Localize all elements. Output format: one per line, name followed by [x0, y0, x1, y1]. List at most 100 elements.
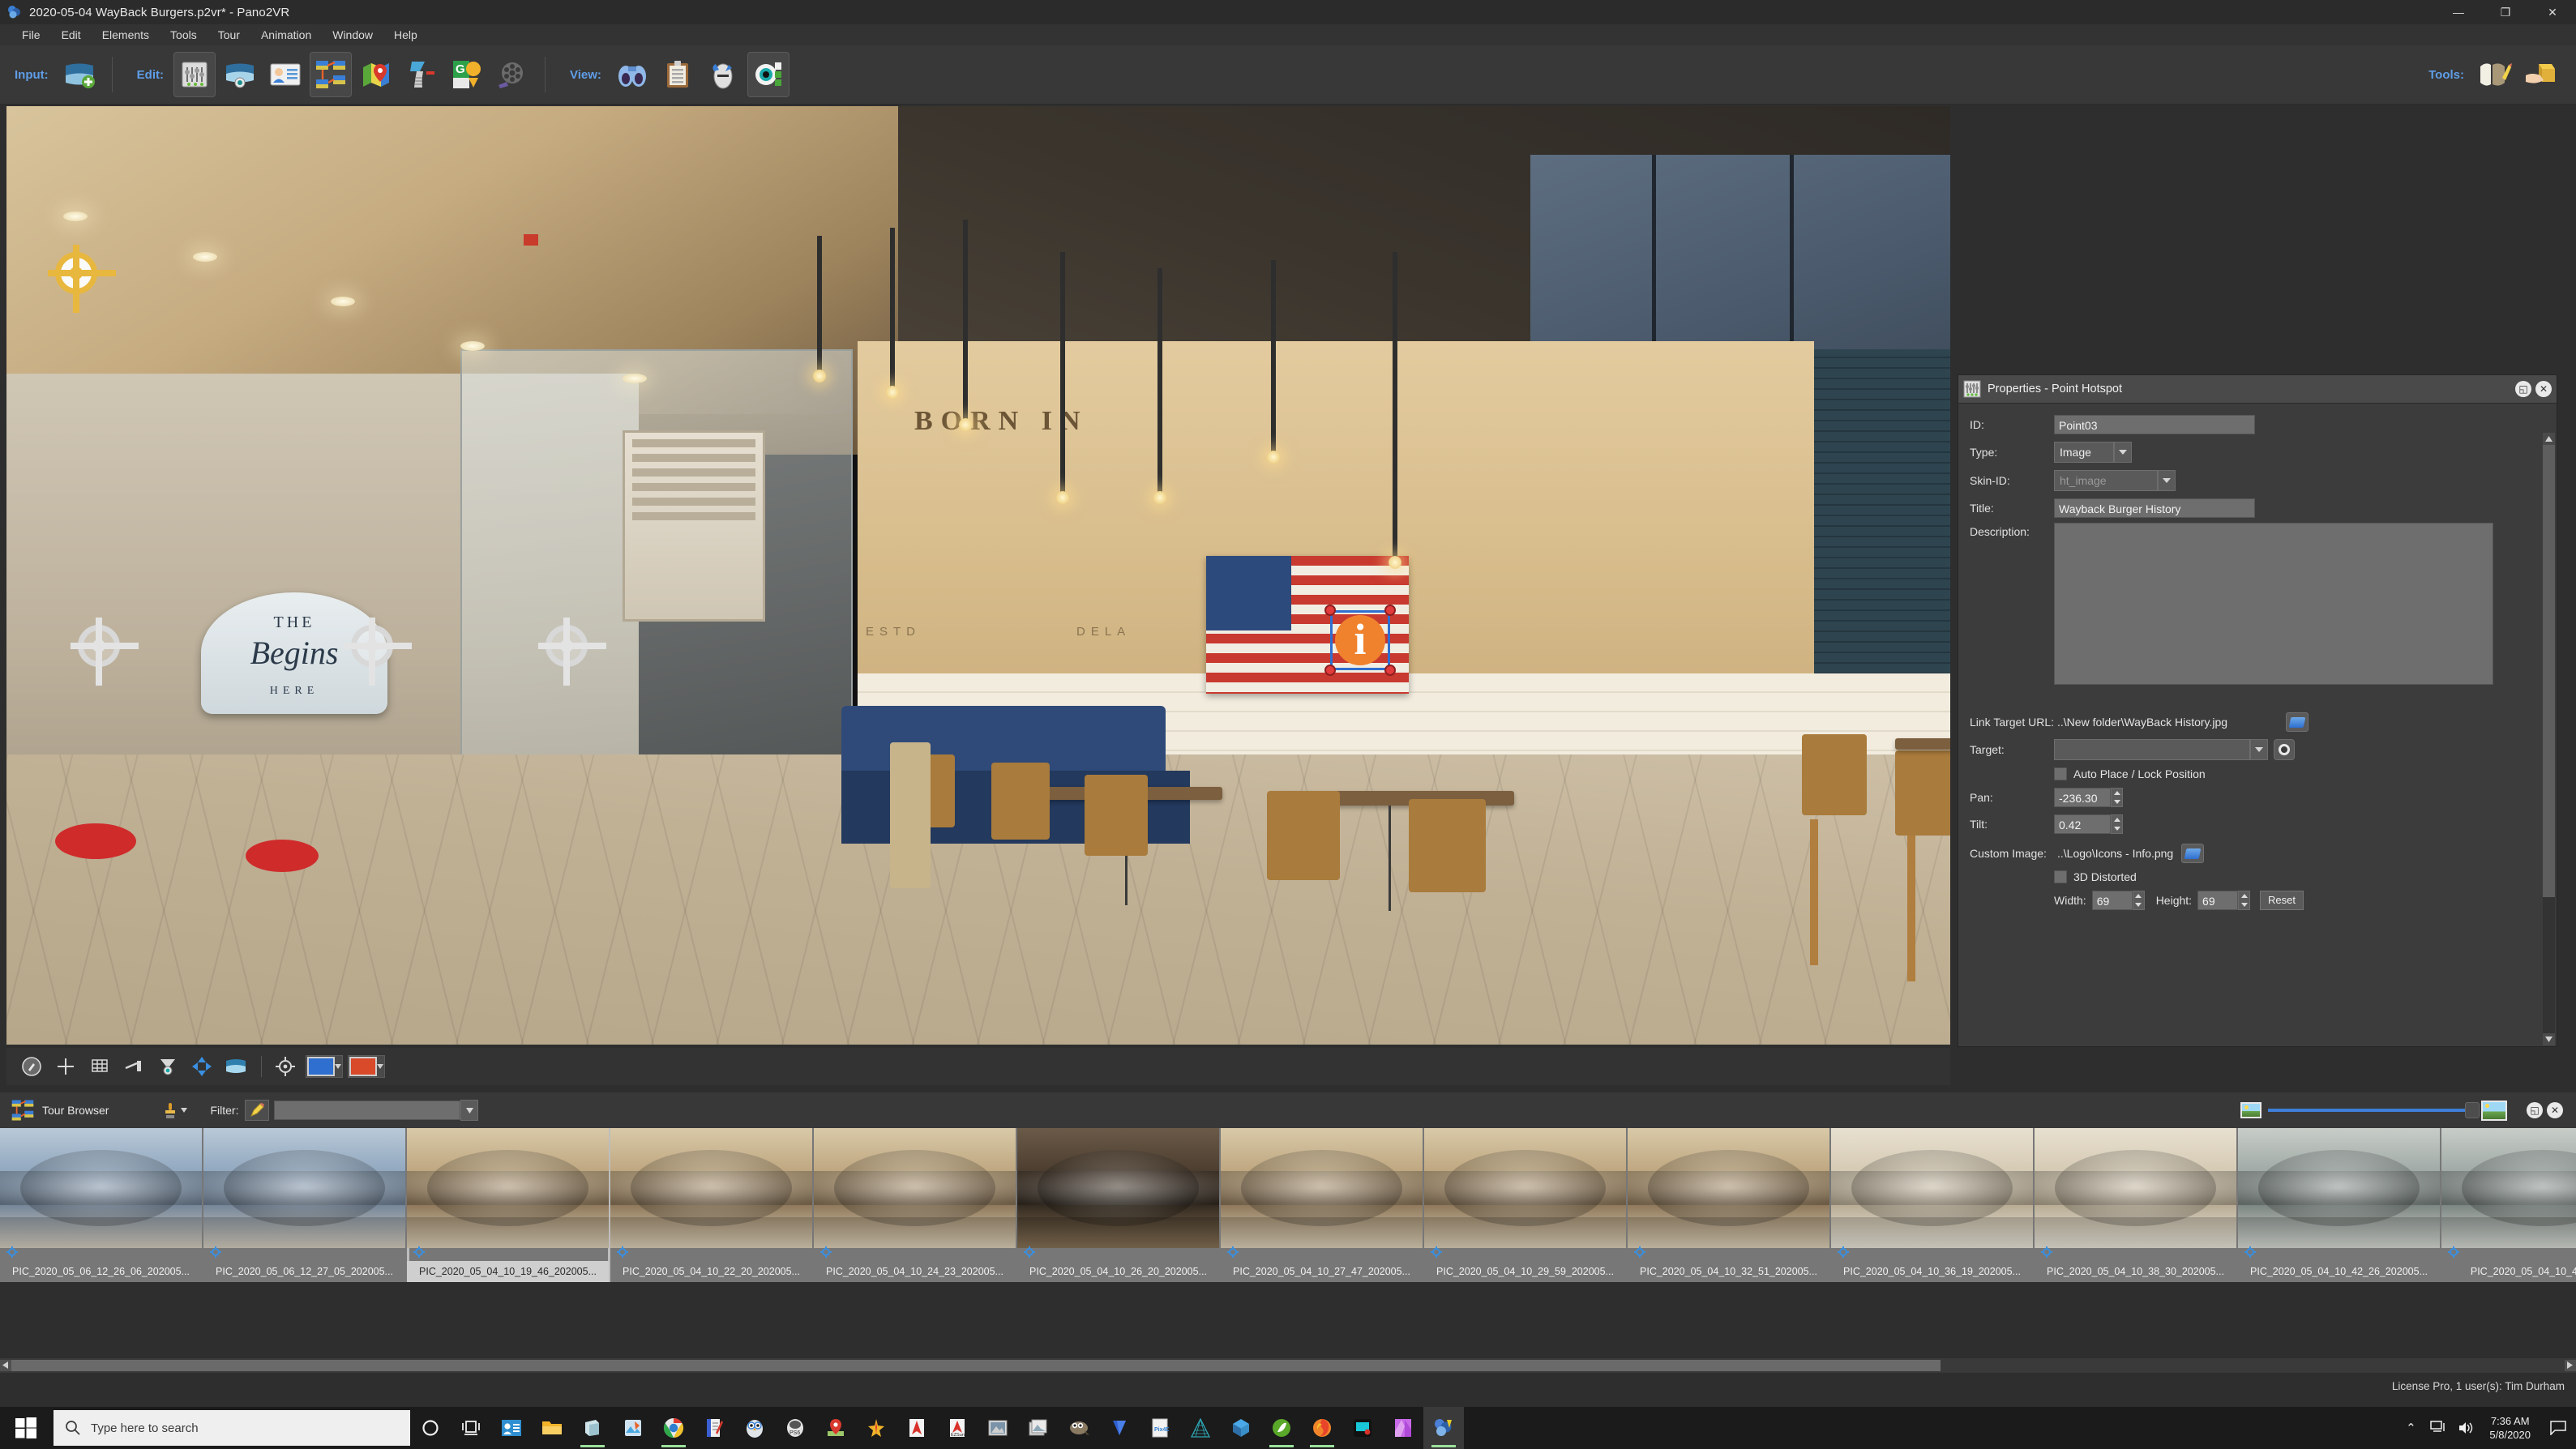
- tilt-input[interactable]: 0.42: [2054, 814, 2111, 834]
- pix4d-icon[interactable]: Pix4D: [1140, 1407, 1180, 1449]
- scroll-left-icon[interactable]: [0, 1360, 11, 1371]
- title-input[interactable]: Wayback Burger History: [2054, 498, 2255, 518]
- notes-icon[interactable]: [694, 1407, 734, 1449]
- grid-icon[interactable]: [86, 1053, 113, 1080]
- affinity-icon[interactable]: [1383, 1407, 1423, 1449]
- reset-size-button[interactable]: Reset: [2260, 891, 2304, 910]
- thumbnail-item[interactable]: PIC_2020_05_04_10_45_10_...: [2441, 1128, 2576, 1282]
- pano2vr-icon[interactable]: [1423, 1407, 1464, 1449]
- funnel-icon[interactable]: [154, 1053, 182, 1080]
- thumbnail-item[interactable]: PIC_2020_05_04_10_19_46_202005...: [407, 1128, 610, 1282]
- task-view-icon[interactable]: [451, 1407, 491, 1449]
- height-input[interactable]: 69: [2197, 891, 2239, 910]
- thumbnail-item[interactable]: PIC_2020_05_04_10_29_59_202005...: [1424, 1128, 1628, 1282]
- foreground-color-swatch[interactable]: [348, 1055, 385, 1078]
- browse-link-target-icon[interactable]: [2286, 712, 2309, 732]
- red-arrow-app-icon[interactable]: [896, 1407, 937, 1449]
- google-chrome-icon[interactable]: [653, 1407, 694, 1449]
- undock-icon[interactable]: ◱: [2515, 381, 2531, 397]
- cortana-icon[interactable]: [410, 1407, 451, 1449]
- width-input[interactable]: 69: [2091, 891, 2133, 910]
- maps-pin-icon[interactable]: [815, 1407, 856, 1449]
- firefox-icon[interactable]: [1302, 1407, 1342, 1449]
- scroll-down-icon[interactable]: [2543, 1033, 2555, 1045]
- thumbnail-item[interactable]: PIC_2020_05_04_10_38_30_202005...: [2035, 1128, 2238, 1282]
- gimp-icon[interactable]: [1059, 1407, 1099, 1449]
- tilt-stepper-arrows[interactable]: [2111, 814, 2123, 834]
- pan-input[interactable]: -236.30: [2054, 788, 2111, 807]
- thumbnail-item[interactable]: PIC_2020_05_06_12_26_06_202005...: [0, 1128, 203, 1282]
- menu-animation[interactable]: Animation: [250, 24, 322, 45]
- resize-handle-tl[interactable]: [1324, 605, 1336, 616]
- display-app-icon[interactable]: [1342, 1407, 1383, 1449]
- resize-handle-bl[interactable]: [1324, 665, 1336, 676]
- green-leaf-icon[interactable]: [1261, 1407, 1302, 1449]
- thumbnail-size-track[interactable]: [2268, 1102, 2480, 1118]
- mouse-settings-icon[interactable]: [702, 52, 744, 97]
- horizon-icon[interactable]: [120, 1053, 148, 1080]
- properties-scrollbar[interactable]: [2543, 433, 2555, 1045]
- file-explorer-icon[interactable]: [532, 1407, 572, 1449]
- contacts-icon[interactable]: [491, 1407, 532, 1449]
- tray-chevron-icon[interactable]: ⌃: [2397, 1407, 2424, 1449]
- compass-icon[interactable]: [18, 1053, 45, 1080]
- patch-tool-icon[interactable]: [219, 52, 261, 97]
- move-arrows-icon[interactable]: [188, 1053, 216, 1080]
- chevron-down-icon-filter[interactable]: [460, 1100, 479, 1121]
- windows-start-button[interactable]: [0, 1407, 52, 1449]
- preview-icon[interactable]: [611, 52, 653, 97]
- crosshair-icon[interactable]: [52, 1053, 79, 1080]
- thumbnail-strip-scrollbar[interactable]: [0, 1358, 2576, 1373]
- menu-window[interactable]: Window: [322, 24, 383, 45]
- network-icon[interactable]: [2424, 1407, 2452, 1449]
- resize-handle-tr[interactable]: [1384, 605, 1396, 616]
- owl-app-icon[interactable]: [734, 1407, 775, 1449]
- resize-handle-br[interactable]: [1384, 665, 1396, 676]
- auto-place-checkbox[interactable]: [2054, 767, 2067, 780]
- point-cloud-icon[interactable]: [400, 52, 443, 97]
- target-select[interactable]: [2054, 739, 2268, 760]
- ezsurv-icon[interactable]: EZSurv: [937, 1407, 978, 1449]
- thumbnail-strip-scrollbar-thumb[interactable]: [11, 1360, 1941, 1371]
- menu-elements[interactable]: Elements: [92, 24, 160, 45]
- map-editor-icon[interactable]: [355, 52, 397, 97]
- pan-stepper[interactable]: -236.30: [2054, 788, 2123, 807]
- output-icon[interactable]: [747, 52, 789, 97]
- thumbnail-size-knob[interactable]: [2465, 1102, 2480, 1118]
- panorama-viewport[interactable]: BORN IN ESTD DELA SHAPED BY TRADITION: [6, 106, 1950, 1045]
- background-color-swatch[interactable]: [306, 1055, 343, 1078]
- mesh-cone-icon[interactable]: [1180, 1407, 1221, 1449]
- menu-tools[interactable]: Tools: [160, 24, 208, 45]
- height-stepper-arrows[interactable]: [2238, 891, 2251, 910]
- thumbnail-item[interactable]: PIC_2020_05_04_10_36_19_202005...: [1831, 1128, 2035, 1282]
- width-stepper-arrows[interactable]: [2132, 891, 2145, 910]
- properties-scrollbar-thumb[interactable]: [2543, 445, 2555, 897]
- tilt-stepper[interactable]: 0.42: [2054, 814, 2123, 834]
- add-input-panorama-icon[interactable]: [58, 52, 101, 97]
- hotspot-selected-info[interactable]: i: [1324, 605, 1396, 676]
- google-street-view-icon[interactable]: G: [446, 52, 488, 97]
- thumbnail-item[interactable]: PIC_2020_05_04_10_27_47_202005...: [1221, 1128, 1424, 1282]
- taskbar-clock[interactable]: 7:36 AM 5/8/2020: [2489, 1414, 2531, 1442]
- thumbnail-item[interactable]: PIC_2020_05_04_10_22_20_202005...: [610, 1128, 814, 1282]
- scroll-up-icon[interactable]: [2543, 433, 2555, 445]
- thumbnail-item[interactable]: PIC_2020_05_04_10_42_26_202005...: [2238, 1128, 2441, 1282]
- volume-icon[interactable]: [2452, 1407, 2480, 1449]
- taskbar-search-box[interactable]: Type here to search: [53, 1410, 410, 1446]
- tour-browser-thumbnail-strip[interactable]: PIC_2020_05_06_12_26_06_202005... PIC_202…: [0, 1128, 2576, 1282]
- blue-cube-icon[interactable]: [1221, 1407, 1261, 1449]
- hotspot-point-03[interactable]: [344, 618, 412, 686]
- thumbnail-item[interactable]: PIC_2020_05_04_10_32_51_202005...: [1628, 1128, 1831, 1282]
- blue-v-icon[interactable]: [1099, 1407, 1140, 1449]
- tour-browser-close-icon[interactable]: ✕: [2547, 1102, 2563, 1118]
- width-stepper[interactable]: 69: [2091, 891, 2145, 910]
- distorted-checkbox[interactable]: [2054, 870, 2067, 883]
- properties-icon[interactable]: [657, 52, 699, 97]
- hotspot-point-04[interactable]: [538, 618, 606, 686]
- menu-help[interactable]: Help: [383, 24, 428, 45]
- panorama-icon[interactable]: [222, 1053, 250, 1080]
- hotspot-point-01[interactable]: [48, 245, 116, 313]
- minimize-button[interactable]: —: [2435, 0, 2482, 24]
- browse-custom-image-icon[interactable]: [2181, 844, 2205, 863]
- skin-id-select[interactable]: ht_image: [2054, 470, 2176, 491]
